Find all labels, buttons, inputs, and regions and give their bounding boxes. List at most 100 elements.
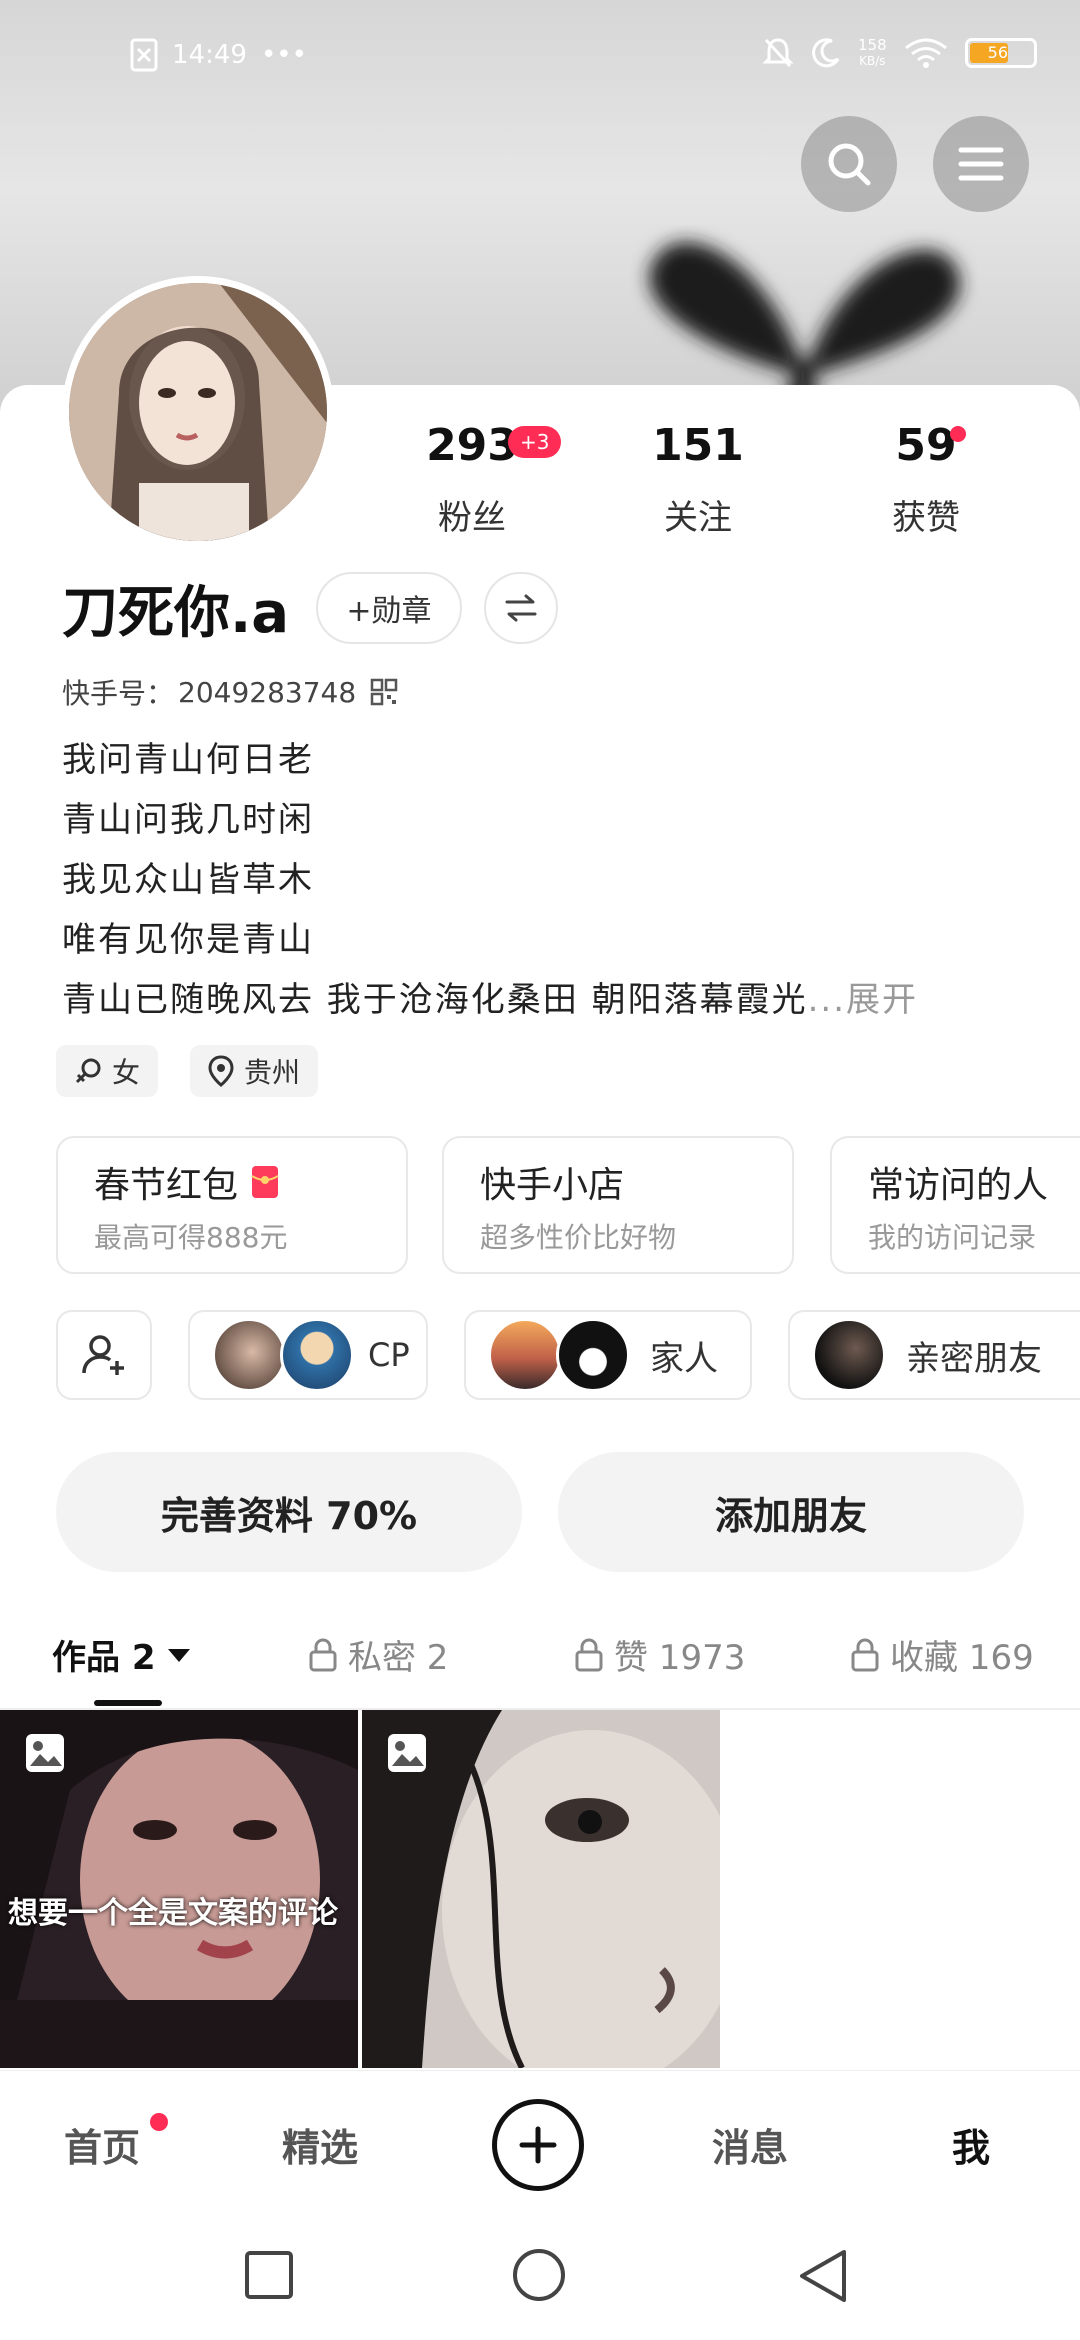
bio-line: 青山问我几时闲: [62, 800, 314, 840]
kuaishou-shop-card[interactable]: 快手小店 超多性价比好物: [442, 1136, 794, 1274]
image-type-icon: [26, 1734, 64, 1772]
switch-account-button[interactable]: [484, 572, 558, 644]
add-person-icon: [82, 1335, 124, 1375]
lock-icon: [309, 1638, 337, 1671]
recent-apps-icon[interactable]: [244, 2250, 294, 2300]
lock-icon: [851, 1638, 879, 1671]
kuaishou-id: 2049283748: [178, 675, 357, 709]
tab-liked[interactable]: 赞 1973: [574, 1630, 745, 1679]
following-label[interactable]: 关注: [618, 490, 778, 539]
expand-link[interactable]: ...展开: [808, 980, 918, 1020]
card-subtitle: 超多性价比好物: [480, 1221, 677, 1254]
location-tag: 贵州: [190, 1045, 319, 1097]
file-icon: [130, 38, 158, 72]
butterfly-image: [649, 242, 961, 410]
tab-label: 作品 2: [52, 1638, 156, 1678]
kuaishou-id-label: 快手号：: [62, 677, 175, 710]
cp-avatar: [280, 1318, 354, 1392]
lock-icon: [575, 1638, 603, 1671]
bio-last-line: 青山已随晚风去 我于沧海化桑田 朝阳落幕霞光...展开: [62, 972, 918, 1021]
username: 刀死你.a: [62, 581, 290, 646]
more-notifications-icon: •••: [260, 40, 307, 70]
moon-icon: [812, 38, 840, 68]
spring-red-packet-card[interactable]: 春节红包 最高可得888元: [56, 1136, 408, 1274]
nav-me[interactable]: 我: [952, 2117, 990, 2172]
relation-label: CP: [368, 1336, 410, 1374]
qr-code-icon[interactable]: [370, 678, 398, 706]
tab-works[interactable]: 作品 2: [52, 1630, 192, 1679]
red-packet-icon: [251, 1166, 279, 1198]
post-thumbnail[interactable]: [362, 1710, 720, 2068]
tab-favorites[interactable]: 收藏 169: [850, 1630, 1080, 1679]
tab-private[interactable]: 私密 2: [308, 1630, 448, 1679]
frequent-visitors-card[interactable]: 常访问的人 我的访问记录: [830, 1136, 1080, 1274]
avatar-photo: [69, 283, 327, 541]
close-friend-avatar: [812, 1318, 886, 1392]
mute-bell-icon: [762, 38, 794, 68]
kuaishou-id-row[interactable]: 快手号： 2049283748: [62, 672, 398, 712]
following-count[interactable]: 151: [618, 420, 778, 471]
location-label: 贵州: [244, 1056, 301, 1089]
bio-line: 我问青山何日老: [62, 740, 314, 780]
gender-label: 女: [112, 1056, 141, 1089]
caret-down-icon: [167, 1648, 190, 1662]
likes-label[interactable]: 获赞: [846, 490, 1006, 539]
tab-label: 收藏 169: [890, 1638, 1034, 1678]
swap-icon: [505, 594, 537, 622]
card-title: 春节红包: [94, 1165, 239, 1206]
card-subtitle: 最高可得888元: [94, 1221, 288, 1254]
search-button[interactable]: [801, 116, 897, 212]
home-circle-icon[interactable]: [512, 2248, 566, 2302]
likes-count[interactable]: 59: [846, 420, 1006, 471]
bio-line: 我见众山皆草木: [62, 860, 314, 900]
battery-level: 56: [987, 43, 1008, 62]
nav-messages[interactable]: 消息: [712, 2117, 788, 2172]
add-friend-button[interactable]: 添加朋友: [558, 1452, 1024, 1572]
tab-label: 赞 1973: [614, 1638, 746, 1678]
system-nav-bar: [0, 2220, 1080, 2340]
card-title: 快手小店: [480, 1165, 625, 1206]
status-bar-left: 14:49 •••: [130, 38, 307, 72]
likes-dot: [950, 426, 966, 442]
gender-tag: 女: [56, 1045, 159, 1097]
net-speed-unit: KB/s: [859, 54, 886, 68]
home-notification-dot: [150, 2113, 168, 2131]
relation-cp-chip[interactable]: CP: [188, 1310, 428, 1400]
family-avatar: [488, 1318, 562, 1392]
create-button[interactable]: [492, 2099, 584, 2191]
fans-label[interactable]: 粉丝: [392, 490, 552, 539]
clock: 14:49: [172, 40, 247, 70]
relation-close-friends-chip[interactable]: 亲密朋友: [788, 1310, 1080, 1400]
nav-home[interactable]: 首页: [64, 2117, 140, 2172]
plus-icon: [519, 2126, 557, 2164]
active-tab-indicator: [94, 1700, 162, 1706]
status-bar-right: 158 KB/s 56: [762, 36, 1037, 70]
avatar[interactable]: [62, 276, 334, 548]
search-icon: [828, 143, 871, 186]
hamburger-icon: [958, 147, 1004, 181]
post-thumbnail[interactable]: 想要一个全是文案的评论: [0, 1710, 358, 2068]
bio-line: 唯有见你是青山: [62, 920, 314, 960]
complete-profile-button[interactable]: 完善资料 70%: [56, 1452, 522, 1572]
add-relation-button[interactable]: [56, 1310, 152, 1400]
fans-new-badge: +3: [508, 426, 562, 458]
battery-icon: 56: [964, 38, 1037, 68]
net-speed-value: 158: [858, 36, 887, 54]
relation-label: 亲密朋友: [906, 1338, 1042, 1379]
post-caption: 想要一个全是文案的评论: [8, 1896, 338, 1931]
bottom-nav: 首页 精选 消息 我: [0, 2070, 1080, 2221]
cp-avatar: [212, 1318, 286, 1392]
location-pin-icon: [208, 1055, 234, 1087]
add-badge-button[interactable]: +勋章: [316, 572, 462, 644]
relation-family-chip[interactable]: 家人: [464, 1310, 752, 1400]
family-avatar: [556, 1318, 630, 1392]
back-triangle-icon[interactable]: [796, 2248, 850, 2304]
female-icon: [75, 1058, 101, 1084]
wifi-icon: [904, 38, 947, 68]
bio-line: 青山已随晚风去 我于沧海化桑田 朝阳落幕霞光: [62, 980, 808, 1020]
card-subtitle: 我的访问记录: [868, 1221, 1037, 1254]
menu-button[interactable]: [933, 116, 1029, 212]
nav-featured[interactable]: 精选: [282, 2117, 358, 2172]
relation-label: 家人: [650, 1338, 718, 1379]
tab-label: 私密 2: [348, 1638, 449, 1678]
